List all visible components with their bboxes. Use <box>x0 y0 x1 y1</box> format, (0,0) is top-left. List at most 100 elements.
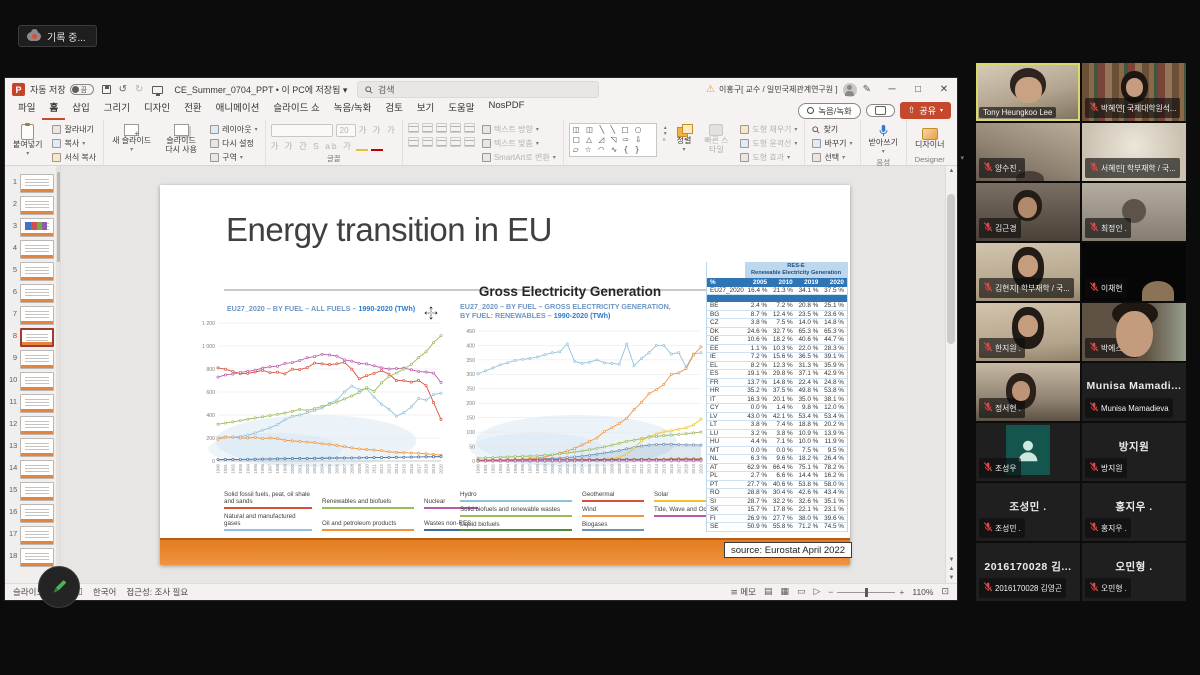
menu-tab-6[interactable]: 전환 <box>177 98 208 120</box>
language-label[interactable]: 한국어 <box>93 586 116 598</box>
previous-slide-button[interactable]: ▲ <box>949 566 955 572</box>
menu-tab-13[interactable]: NosPDF <box>482 98 532 120</box>
smartart-button[interactable]: SmartArt로 변환▾ <box>480 151 558 164</box>
participant-tile[interactable]: 조성민 .조성민 . <box>976 483 1080 541</box>
fit-slide-icon[interactable]: ⊡ <box>941 587 949 597</box>
replace-button[interactable]: 바꾸기▾ <box>810 137 854 150</box>
align-text-button[interactable]: 텍스트 맞춤▾ <box>480 137 558 150</box>
format-painter-button[interactable]: 서식 복사 <box>50 151 98 164</box>
font-name-select[interactable] <box>271 124 333 137</box>
menu-tab-5[interactable]: 디자인 <box>137 98 177 120</box>
participant-tile[interactable]: 김현지[ 학부재학 / 국... <box>976 243 1080 301</box>
participant-tile[interactable]: 박에스더 . <box>1082 303 1186 361</box>
font-style-buttons[interactable]: 가 가 간 S ab 가 <box>271 140 353 152</box>
menu-tab-1[interactable]: 파일 <box>11 98 42 120</box>
save-icon[interactable] <box>102 85 111 94</box>
search-input[interactable]: 검색 <box>357 81 599 98</box>
redo-icon[interactable]: ↻ <box>135 85 143 95</box>
slide-thumbnail-16[interactable]: 16 <box>5 504 60 526</box>
ribbon-collapse-icon[interactable]: ▾ <box>952 154 972 165</box>
new-slide-button[interactable]: 새 슬라이드▾ <box>109 123 154 154</box>
menu-tab-7[interactable]: 애니메이션 <box>209 98 267 120</box>
thumbnail-scrollbar[interactable] <box>56 166 60 583</box>
line-spacing-button[interactable] <box>464 123 475 133</box>
canvas-scrollbar[interactable]: ▲ ▼▲▼ <box>945 166 957 583</box>
participant-tile[interactable]: 2016170028 김...2016170028 김영곤 <box>976 543 1080 601</box>
participant-tile[interactable]: 정서현 . <box>976 363 1080 421</box>
arrange-button[interactable]: 정렬▾ <box>674 123 695 154</box>
find-button[interactable]: 찾기 <box>810 123 854 136</box>
next-slide-button[interactable]: ▼ <box>949 575 955 581</box>
font-color-button[interactable] <box>371 141 383 151</box>
shape-fill-button[interactable]: 도형 채우기▾ <box>738 123 799 136</box>
slide-sorter-icon[interactable]: ▦ <box>780 587 789 597</box>
participant-tile[interactable]: 양수진 . <box>976 123 1080 181</box>
reading-view-icon[interactable]: ▭ <box>797 587 806 597</box>
menu-tab-9[interactable]: 녹음/녹화 <box>327 98 379 120</box>
slide-thumbnail-1[interactable]: 1 <box>5 174 60 196</box>
shapes-scroll[interactable]: ▲▼≡ <box>662 123 669 145</box>
slide-thumbnail-8[interactable]: 8 <box>5 328 60 350</box>
share-button[interactable]: ⇧공유▾ <box>900 102 951 119</box>
increase-indent-button[interactable] <box>450 123 461 133</box>
justify-button[interactable] <box>450 137 461 147</box>
pen-icon[interactable]: ✎ <box>863 84 871 95</box>
menu-tab-12[interactable]: 도움말 <box>441 98 481 120</box>
notes-button[interactable]: ≡ 메모 <box>730 586 756 598</box>
participant-tile[interactable]: 조성우 <box>976 423 1080 481</box>
columns-button[interactable] <box>464 137 475 147</box>
menu-tab-11[interactable]: 보기 <box>410 98 441 120</box>
section-button[interactable]: 구역▾ <box>208 151 259 164</box>
paste-button[interactable]: 붙여넣기▾ <box>10 123 45 158</box>
menu-tab-3[interactable]: 삽입 <box>65 98 96 120</box>
slide-thumbnail-4[interactable]: 4 <box>5 240 60 262</box>
highlight-color-button[interactable] <box>356 141 368 151</box>
copy-button[interactable]: 복사▾ <box>50 137 98 150</box>
participant-tile[interactable]: 서혜린[ 학부재학 / 국... <box>1082 123 1186 181</box>
close-button[interactable]: ✕ <box>931 78 957 101</box>
slide-thumbnail-13[interactable]: 13 <box>5 438 60 460</box>
menu-tab-4[interactable]: 그리기 <box>97 98 137 120</box>
zoom-slider[interactable]: −+ <box>828 587 904 597</box>
comments-button[interactable] <box>866 104 895 117</box>
record-button[interactable]: 녹음/녹화 <box>798 103 861 119</box>
slide-thumbnail-6[interactable]: 6 <box>5 284 60 306</box>
account-avatar[interactable] <box>843 83 857 97</box>
participant-tile[interactable]: 오민형 .오민형 . <box>1082 543 1186 601</box>
shape-effects-button[interactable]: 도형 효과▾ <box>738 151 799 164</box>
align-center-button[interactable] <box>422 137 433 147</box>
menu-tab-8[interactable]: 슬라이드 쇼 <box>266 98 326 120</box>
recording-badge[interactable]: 기록 중... <box>18 25 97 47</box>
participant-tile[interactable]: 이채현 <box>1082 243 1186 301</box>
shapes-gallery[interactable]: ◫ ◫ ╲ ╲ □ ○ □ △ ◿ ◹ ⇨ ⇩ ▱ ☆ ◠ ∿ { } <box>569 123 657 157</box>
participant-tile[interactable]: Tony Heungkoo Lee <box>976 63 1080 121</box>
slide-thumbnail-3[interactable]: 3 <box>5 218 60 240</box>
layout-button[interactable]: 레이아웃▾ <box>208 123 259 136</box>
slide-thumbnail-2[interactable]: 2 <box>5 196 60 218</box>
menu-tab-2[interactable]: 홈 <box>42 98 65 120</box>
slide-thumbnail-12[interactable]: 12 <box>5 416 60 438</box>
participant-tile[interactable]: 방지원방지원 <box>1082 423 1186 481</box>
participant-tile[interactable]: 최정인 . <box>1082 183 1186 241</box>
normal-view-icon[interactable]: ▤ <box>764 587 773 597</box>
participant-tile[interactable]: 김근경 <box>976 183 1080 241</box>
slide-thumbnail-9[interactable]: 9 <box>5 350 60 372</box>
dictate-button[interactable]: 받아쓰기▾ <box>866 123 901 156</box>
participant-tile[interactable]: 한지원 . <box>976 303 1080 361</box>
numbering-button[interactable] <box>422 123 433 133</box>
annotate-button[interactable] <box>38 566 80 608</box>
slide[interactable]: Energy transition in EU Gross Electricit… <box>160 185 850 565</box>
slide-thumbnail-7[interactable]: 7 <box>5 306 60 328</box>
bullets-button[interactable] <box>408 123 419 133</box>
slideshow-icon[interactable]: ▷ <box>813 587 820 597</box>
reuse-slides-button[interactable]: 슬라이드 다시 사용 <box>159 123 203 156</box>
slide-thumbnail-11[interactable]: 11 <box>5 394 60 416</box>
align-left-button[interactable] <box>408 137 419 147</box>
reset-button[interactable]: 다시 설정 <box>208 137 259 150</box>
autosave-toggle[interactable]: 끔 <box>70 84 94 95</box>
slide-thumbnail-5[interactable]: 5 <box>5 262 60 284</box>
quick-styles-button[interactable]: 빠른 스타일 <box>699 123 733 156</box>
font-grow-shrink-buttons[interactable]: 가 가 가 <box>359 124 397 136</box>
minimize-button[interactable]: ─ <box>879 78 905 101</box>
select-button[interactable]: 선택▾ <box>810 151 854 164</box>
